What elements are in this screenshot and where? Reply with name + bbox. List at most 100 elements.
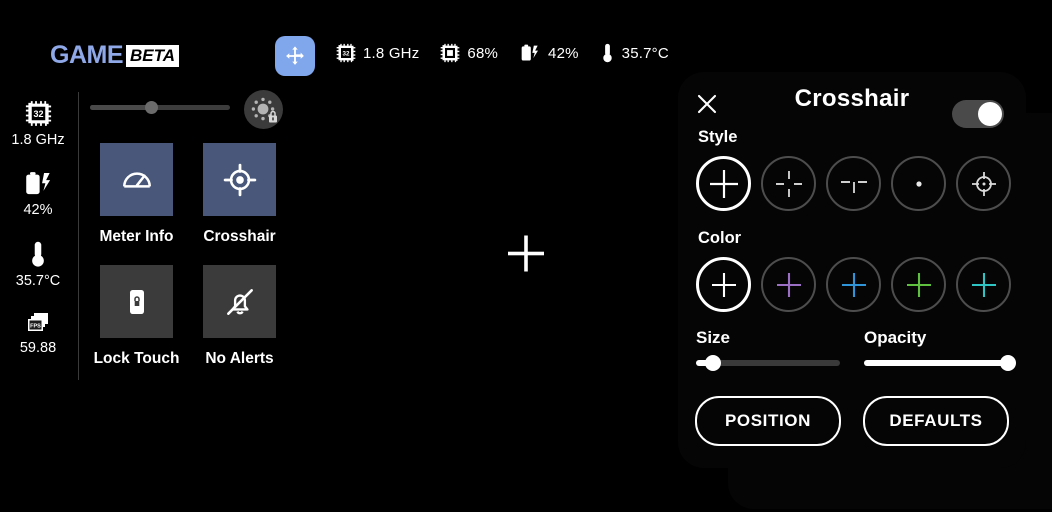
white-color-icon: [711, 272, 736, 297]
status-cpu: 32 1.8 GHz: [336, 43, 419, 63]
status-memory-value: 68%: [467, 44, 499, 62]
rail-item-battery: 42%: [23, 170, 53, 218]
thermometer-icon: [32, 241, 44, 267]
tiles-gap: [176, 143, 200, 265]
metrics-rail: 32 1.8 GHz 42% 35.7°C FPS 59.88: [10, 100, 66, 356]
tiles-gap: [176, 265, 200, 387]
panel-header: Crosshair: [678, 72, 1026, 128]
speedometer-icon: [122, 171, 151, 188]
color-option-white[interactable]: [696, 257, 751, 312]
plus-crosshair-icon: [508, 235, 544, 272]
brightness-lock-icon: [251, 97, 277, 122]
quick-tile-crosshair-label: Crosshair: [203, 228, 276, 245]
logo-beta-badge: BETA: [126, 45, 180, 67]
rail-fps-value: 59.88: [19, 340, 57, 356]
svg-text:FPS: FPS: [30, 323, 41, 329]
move-panel-button[interactable]: [275, 36, 315, 76]
quick-tiles-grid: Meter Info Crosshair Lock Touch No Alert…: [94, 143, 279, 387]
gap-cross-style-icon: [775, 170, 802, 197]
color-options-row: [678, 257, 1026, 312]
quick-tile-meter-info-button[interactable]: [100, 143, 173, 216]
status-memory: 68%: [440, 43, 498, 63]
brightness-slider[interactable]: [90, 101, 230, 114]
dot-style-icon: [915, 180, 922, 187]
opacity-slider-knob[interactable]: [1000, 355, 1016, 371]
svg-text:32: 32: [343, 51, 350, 58]
crosshair-preview[interactable]: [505, 233, 547, 280]
defaults-button[interactable]: DEFAULTS: [863, 396, 1009, 446]
rail-battery-value: 42%: [23, 202, 53, 218]
crosshair-target-icon: [223, 163, 256, 196]
position-button[interactable]: POSITION: [695, 396, 841, 446]
quick-tile-lock-touch[interactable]: Lock Touch: [94, 265, 179, 387]
green-color-icon: [906, 272, 931, 297]
status-temperature: 35.7°C: [600, 42, 669, 64]
thermometer-icon: [602, 43, 612, 63]
scope-circle-style-icon: [971, 171, 996, 196]
quick-tile-meter-info-label: Meter Info: [99, 228, 174, 245]
opacity-slider-fill: [864, 360, 1008, 366]
quick-tile-crosshair-button[interactable]: [203, 143, 276, 216]
logo-game-text: GAME: [50, 41, 124, 69]
status-battery: 42%: [519, 43, 579, 63]
quick-tile-crosshair[interactable]: Crosshair: [200, 143, 279, 265]
rail-cpu-value: 1.8 GHz: [11, 132, 65, 148]
style-option-scope-circle[interactable]: [956, 156, 1011, 211]
fps-frames-icon: FPS: [27, 313, 48, 331]
move-arrows-icon: [286, 46, 304, 65]
quick-tile-lock-touch-label: Lock Touch: [93, 350, 180, 367]
opacity-label: Opacity: [864, 328, 927, 347]
quick-tile-no-alerts[interactable]: No Alerts: [200, 265, 279, 387]
cpu-chip-icon: 32: [336, 43, 356, 63]
style-option-dot[interactable]: [891, 156, 946, 211]
status-cpu-value: 1.8 GHz: [363, 44, 420, 62]
color-option-blue[interactable]: [826, 257, 881, 312]
size-slider-group: Size: [696, 328, 840, 371]
rail-divider: [78, 92, 79, 380]
quick-tile-meter-info[interactable]: Meter Info: [97, 143, 176, 265]
brightness-slider-knob[interactable]: [145, 101, 158, 114]
rail-item-cpu: 32 1.8 GHz: [11, 100, 65, 148]
color-section-label: Color: [698, 229, 742, 247]
toggle-knob: [978, 102, 1002, 126]
size-slider[interactable]: [696, 355, 840, 371]
color-option-teal[interactable]: [956, 257, 1011, 312]
purple-color-icon: [776, 272, 801, 297]
style-section-label: Style: [698, 128, 738, 146]
style-option-plus-cross[interactable]: [696, 156, 751, 211]
app-logo: GAMEPANELBETA: [50, 41, 1052, 509]
quick-tile-lock-touch-button[interactable]: [100, 265, 173, 338]
rail-item-fps: FPS 59.88: [20, 311, 56, 356]
color-option-purple[interactable]: [761, 257, 816, 312]
quick-tile-no-alerts-button[interactable]: [203, 265, 276, 338]
phone-lock-icon: [129, 289, 144, 314]
color-option-green[interactable]: [891, 257, 946, 312]
plus-cross-style-icon: [709, 169, 738, 198]
crosshair-settings-panel: Crosshair Style Color Size Opacity POSIT…: [678, 72, 1026, 468]
style-options-row: [678, 156, 1026, 211]
slider-section: Size Opacity: [678, 328, 1026, 371]
battery-bolt-icon: [521, 44, 539, 61]
game-panel-overlay: GAMEPANELBETA 32 1.8 GHz 68%: [0, 0, 1052, 512]
style-option-t-shape[interactable]: [826, 156, 881, 211]
opacity-slider[interactable]: [864, 355, 1016, 371]
style-option-gap-cross[interactable]: [761, 156, 816, 211]
t-shape-style-icon: [840, 180, 867, 193]
teal-color-icon: [971, 272, 996, 297]
rail-temperature-value: 35.7°C: [15, 273, 61, 289]
blue-color-icon: [841, 272, 866, 297]
bell-off-icon: [226, 288, 253, 315]
status-temperature-value: 35.7°C: [621, 44, 669, 62]
size-slider-knob[interactable]: [705, 355, 722, 371]
panel-actions: POSITION DEFAULTS: [678, 396, 1026, 446]
cpu-chip-icon: 32: [25, 101, 51, 126]
svg-text:32: 32: [33, 109, 43, 119]
brightness-lock-button[interactable]: [244, 90, 283, 129]
brightness-slider-fill: [90, 105, 152, 110]
top-status-bar: 32 1.8 GHz 68% 42% 35.7°C: [336, 42, 682, 64]
memory-chip-icon: [441, 43, 460, 63]
opacity-slider-group: Opacity: [864, 328, 1016, 371]
status-battery-value: 42%: [548, 44, 579, 62]
size-label: Size: [696, 328, 731, 347]
crosshair-enable-toggle[interactable]: [952, 100, 1004, 128]
